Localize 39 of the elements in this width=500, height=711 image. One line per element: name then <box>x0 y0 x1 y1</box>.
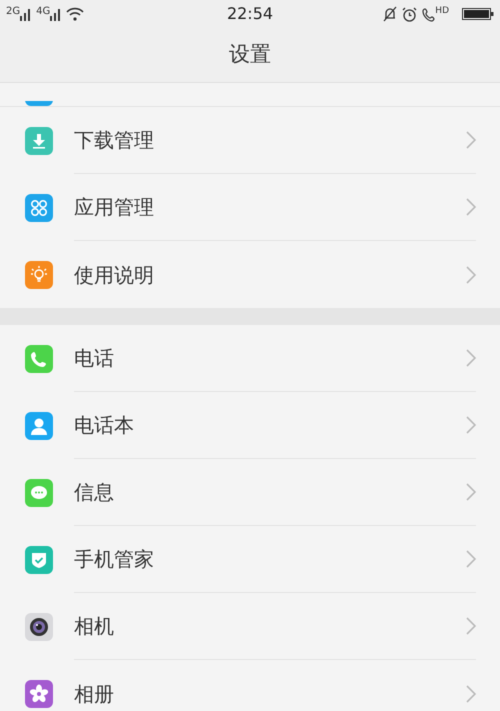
flower-icon <box>25 680 53 708</box>
chevron-icon <box>466 349 476 367</box>
chevron-icon <box>466 416 476 434</box>
item-label: 相机 <box>74 613 115 640</box>
chevron-icon <box>466 198 476 216</box>
signal-icon <box>50 7 62 21</box>
chevron-icon <box>466 617 476 635</box>
chevron-icon <box>466 550 476 568</box>
phone-icon <box>25 344 53 372</box>
muted-bell-icon <box>383 6 398 22</box>
camera-icon <box>25 612 53 640</box>
chevron-icon <box>466 131 476 149</box>
item-label: 应用管理 <box>74 194 155 221</box>
chevron-icon <box>466 483 476 501</box>
item-label: 下载管理 <box>74 127 155 154</box>
battery-icon <box>462 7 494 21</box>
item-label: 电话本 <box>74 412 135 439</box>
item-label: 电话 <box>74 345 115 372</box>
alarm-icon <box>402 6 418 22</box>
wifi-icon <box>66 7 84 21</box>
shield-icon <box>25 546 53 574</box>
phone-icon <box>422 6 436 22</box>
apps-icon <box>25 194 53 222</box>
chevron-icon <box>466 266 476 284</box>
message-icon <box>25 478 53 506</box>
lightbulb-icon <box>25 260 53 288</box>
network-label: 2G <box>6 7 20 17</box>
page-title: 设置 <box>229 41 271 68</box>
signal-icon <box>20 7 32 21</box>
item-label: 手机管家 <box>74 546 155 573</box>
chevron-icon <box>466 684 476 702</box>
item-label: 相册 <box>74 680 115 708</box>
contact-icon <box>25 412 53 440</box>
hd-label: HD <box>435 6 449 16</box>
clock-time: 22:54 <box>226 3 274 25</box>
item-label: 使用说明 <box>74 262 155 288</box>
download-icon <box>25 126 53 154</box>
network-label: 4G <box>36 7 50 17</box>
item-label: 信息 <box>74 479 115 506</box>
